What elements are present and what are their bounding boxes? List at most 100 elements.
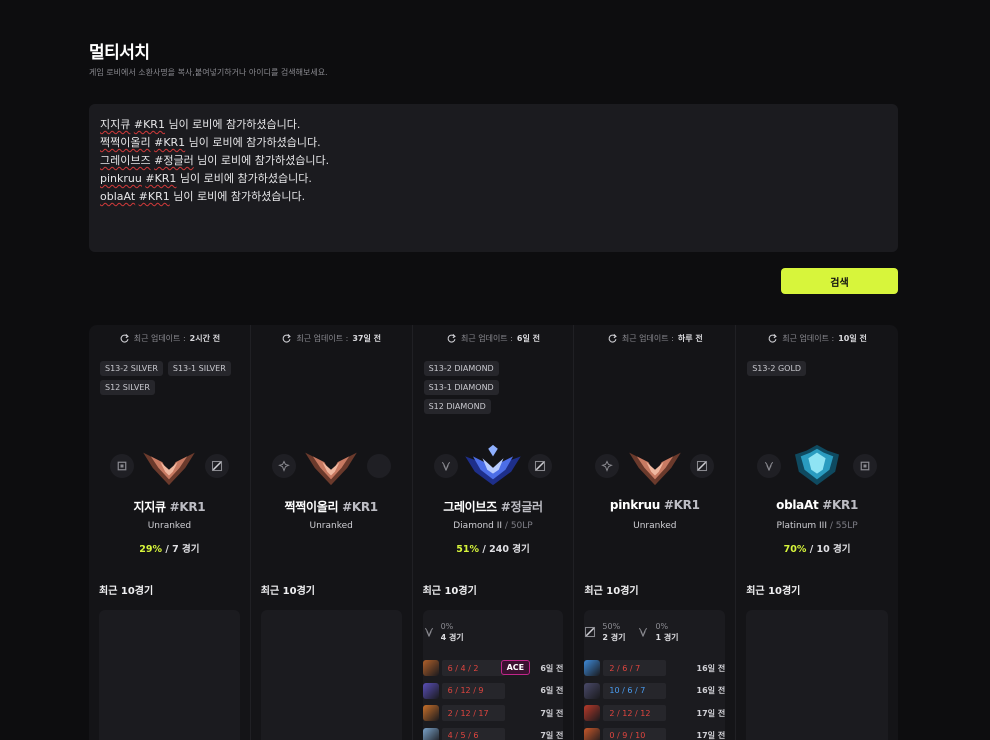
ace-badge: ACE (500, 660, 531, 675)
summary-games: 2 경기 (602, 633, 626, 642)
game-row[interactable]: 4 / 5 / 6 7일 전 (422, 725, 563, 740)
silver-emblem-icon (305, 452, 358, 486)
game-row[interactable]: 2 / 12 / 17 7일 전 (422, 702, 564, 725)
silver-emblem-icon (628, 452, 681, 486)
game-time: 16일 전 (696, 686, 726, 696)
recent-panel (746, 610, 888, 740)
emblem-row (736, 443, 898, 487)
kda-box: 6 / 4 / 2 (441, 660, 505, 677)
player-card: 최근 업데이트 :2시간 전 S13-2 SILVER S13-1 SILVER S1… (89, 325, 251, 740)
winrate: 70% (783, 544, 807, 555)
position-left (595, 454, 620, 478)
game-time: 17일 전 (696, 731, 726, 740)
game-time: 7일 전 (540, 708, 564, 718)
position-left (433, 454, 458, 478)
rank-text: Unranked (251, 521, 412, 531)
update-row[interactable]: 최근 업데이트 :2시간 전 (89, 333, 250, 344)
games-count: / 7 경기 (162, 544, 200, 555)
summoner-name[interactable]: 그레이브즈 #정글러 (413, 498, 574, 515)
summoner-name[interactable]: 지지큐 #KR1 (89, 498, 250, 515)
summary-games: 1 경기 (655, 633, 679, 642)
rank-tier: Unranked (309, 521, 353, 531)
lobby-summoner-name: pinkruu (100, 172, 142, 185)
summoner-name[interactable]: pinkruu #KR1 (574, 498, 735, 512)
game-row[interactable]: 6 / 4 / 2 ACE 6일 전 (422, 657, 564, 680)
champion-icon (422, 727, 439, 740)
mid-icon (585, 626, 596, 638)
jungle-icon (765, 461, 774, 471)
lobby-line-text: 님이 로비에 참가하셨습니다. (193, 154, 330, 167)
update-value: 10일 전 (838, 334, 867, 343)
champion-icon (422, 705, 439, 722)
emblem-row (413, 443, 574, 487)
summoner-tag: #정글러 (500, 500, 543, 514)
lobby-line: pinkruu #KR1 님이 로비에 참가하셨습니다. (100, 170, 887, 188)
game-row[interactable]: 10 / 6 / 7 16일 전 (584, 680, 725, 703)
emblem-row (251, 443, 412, 487)
summoner-tag: #KR1 (169, 500, 206, 514)
summoner-tag: #KR1 (822, 498, 859, 512)
kda-box: 4 / 5 / 6 (441, 727, 505, 740)
recent-title: 최근 10경기 (746, 586, 801, 597)
game-time: 17일 전 (696, 708, 726, 718)
summoner-name[interactable]: oblaAt #KR1 (736, 498, 898, 512)
recent-title: 최근 10경기 (422, 586, 477, 597)
position-left (110, 454, 134, 478)
champion-icon (422, 660, 439, 677)
update-value: 하루 전 (677, 334, 703, 343)
rank-tier: Unranked (147, 521, 192, 531)
rank-lp: / 50LP (502, 521, 533, 531)
update-value: 6일 전 (516, 334, 540, 343)
lobby-summoner-name: 지지큐 (100, 118, 131, 131)
summoner-name-text: 그레이브즈 (443, 500, 501, 514)
summoner-name-text: 쩍쩍이올리 (284, 500, 343, 514)
recent-title: 최근 10경기 (584, 586, 639, 597)
update-row[interactable]: 최근 업데이트 :37일 전 (251, 333, 412, 344)
lobby-summoner-name: 쩍쩍이올리 (100, 136, 151, 149)
recent-summary-item: 50% 2 경기 (584, 621, 625, 643)
summoner-tag: #KR1 (342, 500, 378, 514)
lobby-textarea[interactable]: 지지큐 #KR1 님이 로비에 참가하셨습니다. 쩍쩍이올리 #KR1 님이 로비… (89, 104, 898, 252)
refresh-icon (447, 333, 456, 343)
recent-games: 2 / 6 / 7 16일 전 10 / 6 / 7 16일 전 2 / 12 / 12… (584, 657, 725, 740)
update-value: 37일 전 (352, 334, 381, 343)
player-cards: 최근 업데이트 :2시간 전 S13-2 SILVER S13-1 SILVER S1… (89, 325, 898, 740)
update-row[interactable]: 최근 업데이트 :10일 전 (736, 333, 898, 344)
emblem-row (574, 443, 735, 487)
games-count: / 10 경기 (806, 544, 851, 555)
recent-summary-text: 0% 1 경기 (655, 621, 678, 643)
summoner-name-text: pinkruu (609, 498, 664, 512)
update-row[interactable]: 최근 업데이트 :6일 전 (413, 333, 574, 344)
game-row[interactable]: 6 / 12 / 9 6일 전 (422, 680, 564, 703)
season-tags: S13-2 DIAMOND S13-1 DIAMOND S12 DIAMOND (423, 361, 566, 414)
lobby-summoner-name: 그레이브즈 (100, 154, 151, 167)
search-button[interactable]: 검색 (781, 268, 898, 294)
recent-summary-text: 50% 2 경기 (602, 621, 625, 643)
summary-pct: 0% (440, 622, 454, 631)
kda-box: 10 / 6 / 7 (603, 682, 667, 699)
diamond-emblem-icon (465, 444, 521, 486)
recent-panel (99, 610, 240, 740)
player-card: 최근 업데이트 :6일 전 S13-2 DIAMOND S13-1 DIAMOND S… (413, 325, 575, 740)
champion-icon (422, 682, 439, 699)
season-tag: S13-2 DIAMOND (423, 361, 499, 376)
update-label: 최근 업데이트 : (621, 334, 674, 343)
jungle-icon (424, 627, 433, 637)
jungle-icon (441, 461, 450, 471)
game-time: 6일 전 (540, 663, 564, 673)
support-icon (860, 461, 870, 471)
game-time: 6일 전 (540, 686, 564, 696)
summoner-name[interactable]: 쩍쩍이올리 #KR1 (251, 498, 412, 515)
position-right (204, 454, 229, 478)
jungle-icon (639, 627, 648, 637)
update-row[interactable]: 최근 업데이트 : 하루 전 (574, 333, 735, 344)
game-row[interactable]: 2 / 12 / 12 17일 전 (584, 702, 725, 725)
game-row[interactable]: 2 / 6 / 7 16일 전 (584, 657, 725, 680)
lobby-line: 지지큐 #KR1 님이 로비에 참가하셨습니다. (100, 116, 887, 134)
recent-summary-item: 0% 1 경기 (637, 621, 679, 643)
update-label: 최근 업데이트 : (782, 334, 835, 343)
recent-summary: 50% 2 경기 0% 1 경기 (584, 621, 731, 643)
bot-icon (601, 460, 614, 472)
game-row[interactable]: 0 / 9 / 10 17일 전 (584, 725, 725, 740)
lobby-summoner-tag: #KR1 (138, 190, 170, 203)
